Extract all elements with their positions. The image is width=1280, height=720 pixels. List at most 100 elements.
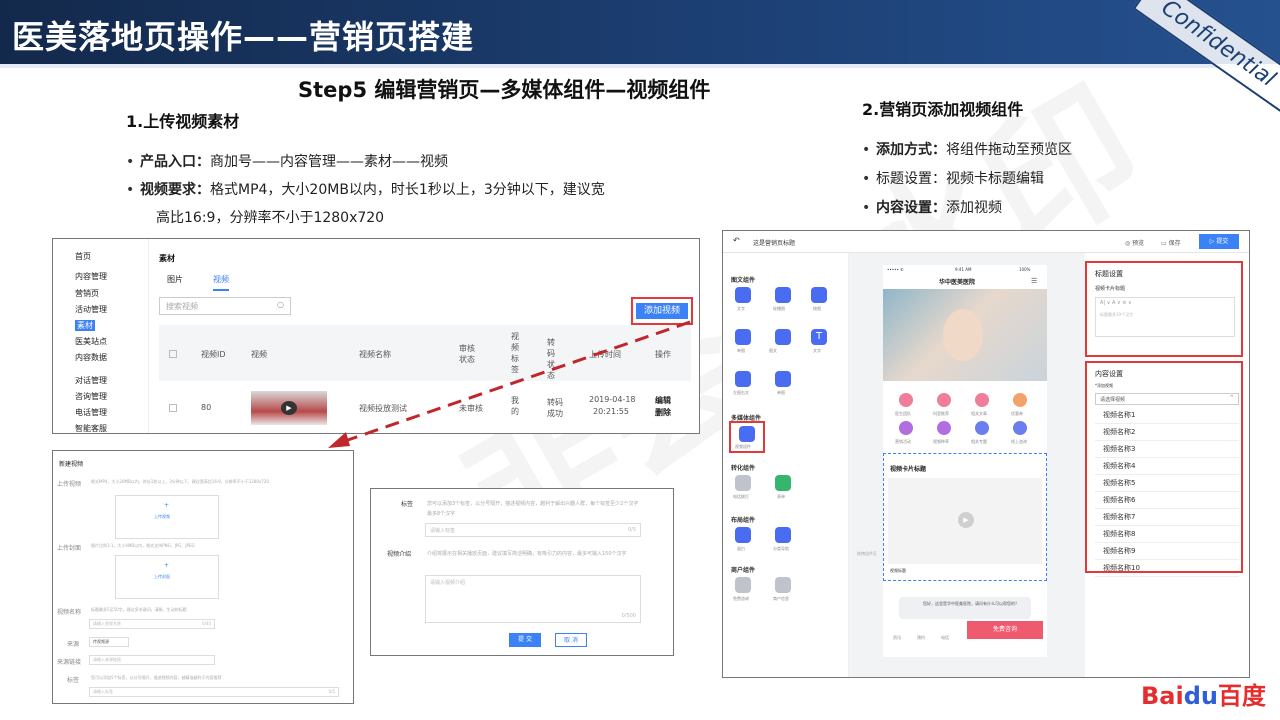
comp-label: 文字 [737,306,745,311]
intro-placeholder: 请输入视频介绍 [430,580,466,586]
sidebar-item-site[interactable]: 医美站点 [75,336,107,347]
campaign-icon[interactable] [899,421,913,435]
video-name-input[interactable]: 请输入视频名称 0/40 [89,619,215,629]
group-layout: 布局组件 [731,517,756,524]
category-nav-icon[interactable] [775,527,791,543]
video-option[interactable]: 视频名称9 [1095,543,1239,560]
coupon-icon[interactable] [1013,393,1027,407]
menu-icon[interactable]: ☰ [1031,277,1037,285]
video-option[interactable]: 视频名称4 [1095,458,1239,475]
section2-bullet-1: • 添加方式：将组件拖动至预览区 [862,142,1072,158]
video-option[interactable]: 视频名称1 [1095,407,1239,424]
source-label: 来源 [67,641,80,648]
articles-icon[interactable] [975,393,989,407]
row-checkbox[interactable] [169,404,177,412]
intro-count: 0/500 [621,613,636,619]
intro-textarea[interactable]: 请输入视频介绍 0/500 [425,575,641,623]
phone-call-icon[interactable] [735,475,751,491]
image-text-icon[interactable] [775,329,791,345]
drag-area-label: 拖拽组件区 [857,551,877,556]
video-option[interactable]: 视频名称3 [1095,441,1239,458]
comp-label: 商户信息 [773,596,789,601]
text-component-icon[interactable] [735,287,751,303]
submit-button[interactable]: 提 交 [509,633,541,647]
editor-submit-button[interactable]: ▷ 提交 [1199,234,1239,249]
play-icon[interactable]: ▶ [958,512,974,528]
video-option[interactable]: 视频名称2 [1095,424,1239,441]
sidebar-item-phone[interactable]: 电话管理 [75,407,107,418]
arrow-line [341,320,691,444]
tag-count: 0/5 [627,527,636,533]
blank-space-icon[interactable] [735,527,751,543]
left-image-right-text-icon[interactable] [735,371,751,387]
department-icon[interactable] [937,393,951,407]
preview-button[interactable]: ◎ 预览 [1125,238,1144,247]
tags-input[interactable]: 请输入标签 0/5 [89,687,339,697]
save-button[interactable]: ▭ 保存 [1161,238,1181,247]
select-all-checkbox[interactable] [169,350,177,358]
comp-label: 单图 [777,390,785,395]
upload-video-btn: 上传视频 [154,514,170,519]
topics-icon[interactable] [975,421,989,435]
nav-label: 医生团队 [895,411,911,416]
sidebar-item-marketing[interactable]: 营销页 [75,288,99,299]
editor-page-title[interactable]: 这是营销页标题 [753,238,795,247]
card-title-editor[interactable]: A| ∨ A ∨ ≡ ∨ 标题最多10个汉字 [1095,297,1235,337]
source-select[interactable]: 传视频源 [89,637,129,647]
video-select[interactable]: 请选择视频 ^ [1095,393,1239,405]
bottom-label[interactable]: 资讯 [893,635,901,641]
free-consult-icon[interactable] [735,577,751,593]
sidebar-item-data[interactable]: 内容数据 [75,352,107,363]
cancel-button[interactable]: 取 消 [555,633,587,647]
video-option[interactable]: 视频名称10 [1095,560,1239,577]
sidebar-item-home[interactable]: 首页 [75,251,91,262]
comp-label: 左图右文 [733,390,749,395]
add-video-button[interactable]: 添加视频 [636,303,688,319]
sidebar-item-chat[interactable]: 对话管理 [75,375,107,386]
sidebar-item-consult[interactable]: 咨询管理 [75,391,107,402]
video-thumbnail[interactable]: ▶ [251,391,327,425]
sidebar-item-activity[interactable]: 活动管理 [75,304,107,315]
form-icon[interactable] [775,475,791,491]
format-toolbar-icon[interactable]: A| ∨ A ∨ ≡ ∨ [1100,300,1132,306]
video-option[interactable]: 视频名称8 [1095,526,1239,543]
tag-label: 标签 [401,501,414,508]
tab-image[interactable]: 图片 [167,274,183,285]
video-component-icon[interactable] [739,426,755,442]
upload-cover-box[interactable]: + 上传封面 [115,555,219,599]
search-icon: ○ [277,300,284,309]
back-icon[interactable]: ↶ [733,236,740,245]
single-image-icon[interactable] [735,329,751,345]
free-consult-button[interactable]: 免费咨询 [967,621,1043,639]
search-input[interactable]: 搜索视频 ○ [159,297,291,315]
upload-video-box[interactable]: + 上传视频 [115,495,219,539]
section1-bullet-1: • 产品入口：商加号——内容管理——素材——视频 [126,154,448,170]
bottom-label[interactable]: 预约 [917,635,925,641]
bottom-label[interactable]: 电话 [941,635,949,641]
sidebar-item-material[interactable]: 素材 [75,320,95,331]
sidebar-item-bot[interactable]: 智能客服 [75,423,107,433]
tags-placeholder: 请输入标签 [93,689,113,694]
comp-label: 表单 [777,494,785,499]
video-grass-icon[interactable] [937,421,951,435]
video-option[interactable]: 视频名称6 [1095,492,1239,509]
source-link-input[interactable]: 请输入来源链接 [89,655,215,665]
carousel-component-icon[interactable] [775,287,791,303]
hospital-name: 华中医美医院 [939,279,976,286]
upload-cover-btn: 上传封面 [154,574,170,579]
sidebar-item-content[interactable]: 内容管理 [75,271,107,282]
tab-video[interactable]: 视频 [213,274,229,291]
tag-input[interactable]: 请输入标签 0/5 [425,523,641,537]
doctor-team-icon[interactable] [899,393,913,407]
phone-battery: 100% [1019,267,1031,272]
single-image-icon[interactable] [775,371,791,387]
button-image-component-icon[interactable] [811,287,827,303]
video-option[interactable]: 视频名称7 [1095,509,1239,526]
comp-label: 按图 [813,306,821,311]
online-consult-icon[interactable] [1013,421,1027,435]
video-option[interactable]: 视频名称5 [1095,475,1239,492]
video-card-component[interactable]: 视频卡片标题 ▶ 视频标题 [883,453,1047,581]
merchant-info-icon[interactable] [775,577,791,593]
text-icon[interactable]: T [811,329,827,345]
material-sidebar: 首页 内容管理 营销页 活动管理 素材 医美站点 内容数据 对话管理 咨询管理 … [53,239,149,433]
